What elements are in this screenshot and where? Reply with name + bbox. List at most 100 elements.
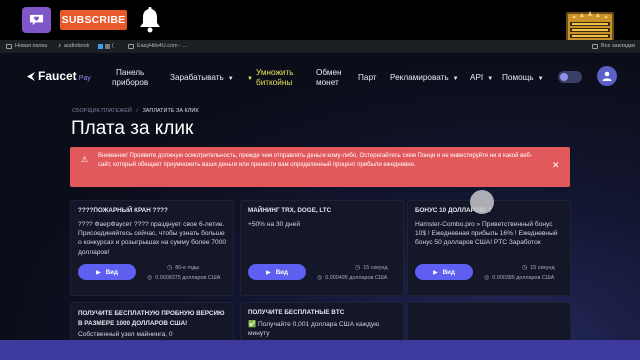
page-icon bbox=[128, 43, 134, 49]
bookmark-folder[interactable]: Новая папка bbox=[6, 43, 47, 49]
logo-sub: Pay bbox=[78, 74, 91, 82]
folder-icon bbox=[592, 43, 598, 49]
clock-icon: ◷ bbox=[167, 265, 173, 271]
chevron-down-icon: ▼ bbox=[452, 76, 459, 82]
theme-toggle[interactable] bbox=[558, 71, 582, 83]
folder-icon bbox=[6, 43, 12, 49]
heart-icon bbox=[29, 14, 44, 26]
card-duration: ◷ 15 секунд bbox=[355, 264, 388, 272]
card-title: ПОЛУЧИТЕ БЕСПЛАТНЫЕ BTC bbox=[248, 309, 345, 316]
all-bookmarks[interactable]: Все закладки bbox=[592, 43, 635, 49]
toggle-knob bbox=[560, 73, 568, 81]
reward-text: 0.000495 долларов США bbox=[325, 274, 388, 281]
ptc-card: ????ПОЖАРНЫЙ КРАН ???? ???? ФаерФаусет ?… bbox=[70, 200, 234, 296]
play-icon: ▶ bbox=[96, 269, 101, 276]
card-title: ????ПОЖАРНЫЙ КРАН ???? bbox=[78, 207, 168, 214]
card-title: МАЙНИНГ TRX, DOGE, LTC bbox=[248, 207, 332, 214]
bookmark-label: audiobook bbox=[64, 43, 90, 49]
bookmark-favicon-icon bbox=[98, 43, 103, 49]
view-button[interactable]: ▶ Вид bbox=[78, 264, 136, 280]
duration-text: 15 секунд bbox=[363, 264, 388, 271]
main-navbar: Faucet Pay Панель приборов Зарабатывать ▼… bbox=[0, 53, 640, 101]
nav-advertise[interactable]: Рекламировать ▼ bbox=[390, 73, 459, 84]
faucetpay-logo-icon bbox=[27, 71, 35, 81]
view-button[interactable]: ▶ Вид bbox=[415, 264, 473, 280]
nav-help[interactable]: Помощь ▼ bbox=[502, 73, 544, 84]
nav-label: Рекламировать bbox=[390, 73, 449, 82]
nav-multiply[interactable]: Умножить биткойны ▼ bbox=[247, 68, 294, 88]
bookmark-item[interactable]: ( bbox=[98, 43, 114, 49]
channel-logo-badge bbox=[562, 6, 618, 44]
nav-label: Умножить bbox=[256, 68, 294, 77]
user-avatar-button[interactable] bbox=[597, 66, 617, 86]
card-duration: ◷ 15 секунд bbox=[522, 264, 555, 272]
tiktok-icon: ♪ bbox=[58, 43, 61, 49]
warning-text: Внимание! Проявите должную осмотрительно… bbox=[98, 153, 532, 169]
bookmark-easyhits[interactable]: EasyHits4U.com - ... bbox=[128, 43, 187, 49]
duration-text: 15 секунд bbox=[530, 264, 555, 271]
play-icon: ▶ bbox=[433, 269, 438, 276]
nav-dashboard[interactable]: Панель приборов bbox=[112, 68, 148, 88]
clock-icon: ◷ bbox=[355, 265, 361, 271]
card-description: Собственный узел майнинга, 0 bbox=[78, 331, 173, 338]
bell-icon bbox=[140, 7, 160, 33]
bookmark-label: Новая папка bbox=[15, 43, 48, 49]
nav-label: приборов bbox=[112, 78, 149, 87]
reward-text: 0.0008375 долларов США bbox=[155, 274, 221, 281]
coin-icon: ◎ bbox=[147, 275, 153, 281]
nav-earn[interactable]: Зарабатывать ▼ bbox=[170, 73, 234, 84]
view-button-label: Вид bbox=[105, 268, 118, 276]
clock-icon: ◷ bbox=[522, 265, 528, 271]
bookmark-label: ( bbox=[112, 43, 114, 49]
view-button-label: Вид bbox=[275, 268, 288, 276]
play-icon: ▶ bbox=[266, 269, 271, 276]
faucetpay-logo[interactable]: Faucet Pay bbox=[26, 69, 91, 83]
logo-text: Faucet bbox=[38, 69, 77, 83]
notification-bell-button[interactable] bbox=[137, 6, 163, 34]
card-reward: ◎ 0.000495 долларов США bbox=[317, 274, 388, 282]
like-button[interactable] bbox=[22, 7, 51, 33]
breadcrumb-parent-link[interactable]: СБОРЩИК ПЛАТЕЖЕЙ bbox=[72, 108, 132, 114]
nav-coin-exchange[interactable]: Обмен монет bbox=[316, 68, 342, 88]
card-description: +50% на 30 дней bbox=[248, 221, 301, 228]
subscribe-button[interactable]: SUBSCRIBE bbox=[60, 10, 127, 30]
card-title: ПОЛУЧИТЕ БЕСПЛАТНУЮ ПРОБНУЮ ВЕРСИЮ В РАЗ… bbox=[78, 310, 225, 327]
website-viewport: Faucet Pay Панель приборов Зарабатывать ▼… bbox=[0, 53, 640, 360]
warning-icon: ⚠ bbox=[81, 155, 89, 164]
crown-stars-icon bbox=[566, 11, 614, 42]
bookmark-label: EasyHits4U.com - ... bbox=[137, 43, 188, 49]
nav-label: Парт bbox=[358, 73, 377, 82]
nav-api[interactable]: API ▼ bbox=[470, 73, 493, 84]
coin-icon: ◎ bbox=[317, 275, 323, 281]
user-icon bbox=[602, 71, 612, 81]
nav-label: монет bbox=[316, 78, 339, 87]
nav-label: Панель bbox=[115, 68, 145, 77]
card-duration: ◷ 80-е годы bbox=[167, 264, 200, 272]
cursor-highlight bbox=[470, 190, 494, 214]
all-bookmarks-label: Все закладки bbox=[601, 43, 636, 49]
bookmark-audiobook[interactable]: ♪ audiobook bbox=[58, 43, 89, 49]
chevron-down-icon: ▼ bbox=[487, 76, 494, 82]
chevron-down-icon: ▼ bbox=[537, 76, 544, 82]
video-overlay-bar: SUBSCRIBE bbox=[0, 0, 640, 42]
nav-label: API bbox=[470, 73, 484, 82]
bookmark-favicon-icon bbox=[105, 43, 110, 49]
card-reward: ◎ 0.000385 долларов США bbox=[484, 274, 554, 282]
breadcrumb-separator: / bbox=[136, 108, 138, 114]
bottom-banner bbox=[0, 340, 640, 360]
duration-text: 80-е годы bbox=[175, 264, 200, 271]
nav-label: Зарабатывать bbox=[170, 73, 224, 82]
nav-label: Обмен bbox=[316, 68, 342, 77]
chevron-down-icon: ▼ bbox=[227, 76, 234, 82]
warning-alert: ⚠ Внимание! Проявите должную осмотритель… bbox=[70, 147, 570, 187]
close-icon[interactable]: ✕ bbox=[552, 160, 560, 171]
nav-label: биткойны bbox=[256, 78, 293, 87]
card-reward: ◎ 0.0008375 долларов США bbox=[147, 274, 221, 282]
ptc-card: БОНУС 10 ДОЛЛАРОВ! ? Hamster-Combo.pro »… bbox=[407, 200, 571, 296]
card-description: ???? ФаерФаусет ???? празднует свое 6-ле… bbox=[78, 221, 227, 256]
view-button[interactable]: ▶ Вид bbox=[248, 264, 306, 280]
page-title: Плата за клик bbox=[71, 118, 194, 139]
view-button-label: Вид bbox=[442, 268, 455, 276]
nav-label: Помощь bbox=[502, 73, 534, 82]
nav-partners[interactable]: Парт bbox=[358, 73, 377, 83]
